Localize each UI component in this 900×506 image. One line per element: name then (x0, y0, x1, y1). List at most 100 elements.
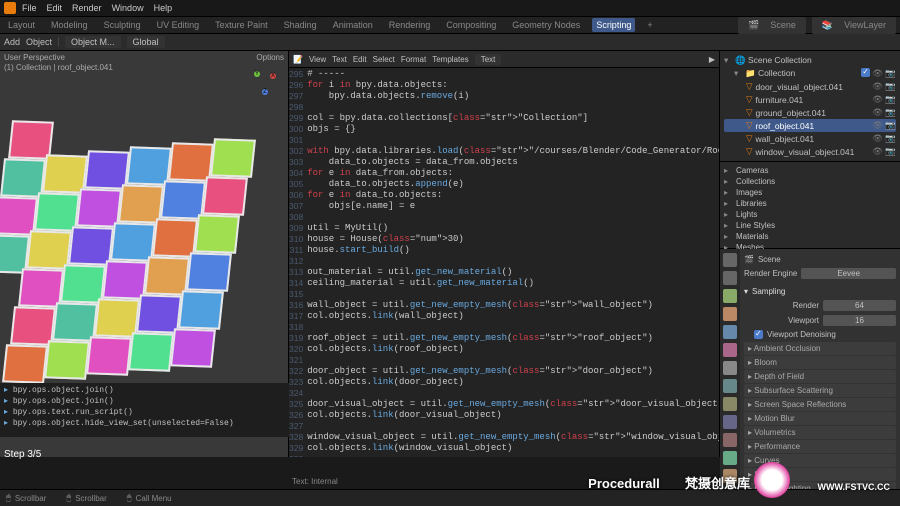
viewport-samples-field[interactable]: 16 (823, 315, 896, 326)
viewport-overlay-text: User Perspective (1) Collection | roof_o… (4, 53, 113, 74)
editor-type-icon[interactable]: 📝 (293, 55, 303, 64)
main-menu: File Edit Render Window Help (22, 3, 172, 13)
mode-select[interactable]: Object M... (65, 36, 121, 48)
line-numbers: 2952962972982993003013023033043053063073… (289, 51, 307, 457)
watermark-logo-icon (754, 462, 790, 498)
add-workspace-button[interactable]: + (643, 18, 656, 32)
run-script-button[interactable]: ▶ (709, 55, 715, 64)
panel-bloom[interactable]: ▸ Bloom (744, 356, 896, 369)
workspace-tab-uv-editing[interactable]: UV Editing (153, 18, 204, 32)
blender-logo-icon (4, 2, 16, 14)
text-editor[interactable]: 📝 View Text Edit Select Format Templates… (289, 51, 719, 457)
scene-field[interactable]: 🎬Scene (738, 17, 806, 34)
workspace-tab-modeling[interactable]: Modeling (47, 18, 92, 32)
blend-file-data[interactable]: ▸Cameras▸Collections▸Images▸Libraries▸Li… (720, 162, 900, 249)
code-area[interactable]: # ----- for i in bpy.data.objects: bpy.d… (307, 51, 719, 457)
props-tab-4[interactable] (723, 325, 737, 339)
data-libraries[interactable]: ▸Libraries (724, 198, 896, 209)
3d-scene (0, 121, 288, 401)
scene-icon: 🎬 (744, 255, 754, 264)
outliner-collection[interactable]: ▾📁 Collection 👁 📷 (724, 67, 896, 80)
render-samples-field[interactable]: 64 (823, 300, 896, 311)
panel-ambient-occlusion[interactable]: ▸ Ambient Occlusion (744, 342, 896, 355)
props-tab-3[interactable] (723, 307, 737, 321)
outliner[interactable]: ▾🌐 Scene Collection▾📁 Collection 👁 📷▽ do… (720, 51, 900, 162)
denoise-checkbox[interactable] (754, 330, 763, 339)
menu-edit[interactable]: Edit (47, 3, 63, 13)
data-line styles[interactable]: ▸Line Styles (724, 220, 896, 231)
templates-menu[interactable]: Templates (432, 55, 468, 64)
props-tab-11[interactable] (723, 451, 737, 465)
viewlayer-field[interactable]: 📚ViewLayer (812, 17, 896, 34)
edit-menu[interactable]: Edit (353, 55, 367, 64)
panel-depth-of-field[interactable]: ▸ Depth of Field (744, 370, 896, 383)
add-menu[interactable]: Add (4, 37, 20, 47)
call-menu-hint: 🖱 Call Menu (127, 493, 172, 503)
outliner-item[interactable]: ▽ ground_object.041👁 📷 (724, 106, 896, 119)
data-cameras[interactable]: ▸Cameras (724, 165, 896, 176)
workspace-tab-sculpting[interactable]: Sculpting (100, 18, 145, 32)
nav-gizmo-icon[interactable]: X Y Z (250, 71, 278, 99)
workspace-tab-scripting[interactable]: Scripting (592, 18, 635, 32)
panel-volumetrics[interactable]: ▸ Volumetrics (744, 426, 896, 439)
outliner-item[interactable]: ▽ door_visual_object.041👁 📷 (724, 80, 896, 93)
panel-motion-blur[interactable]: ▸ Motion Blur (744, 412, 896, 425)
engine-label: Render Engine (744, 269, 797, 278)
menu-render[interactable]: Render (72, 3, 102, 13)
render-engine-select[interactable]: Eevee (801, 268, 896, 279)
workspace-tabs: Layout Modeling Sculpting UV Editing Texture… (0, 17, 900, 34)
menu-window[interactable]: Window (112, 3, 144, 13)
workspace-tab-texture-paint[interactable]: Texture Paint (211, 18, 272, 32)
orientation-select[interactable]: Global (127, 36, 165, 48)
step-indicator: Step 3/5 (4, 449, 41, 460)
outliner-item[interactable]: ▽ roof_object.041👁 📷 (724, 119, 896, 132)
panel-subsurface-scattering[interactable]: ▸ Subsurface Scattering (744, 384, 896, 397)
props-tab-2[interactable] (723, 289, 737, 303)
text-menu[interactable]: Text (332, 55, 347, 64)
scrollbar-hint: 🖱 Scrollbar (6, 493, 46, 503)
workspace-tab-layout[interactable]: Layout (4, 18, 39, 32)
outliner-root[interactable]: ▾🌐 Scene Collection (724, 54, 896, 67)
view-menu[interactable]: View (309, 55, 326, 64)
props-tab-9[interactable] (723, 415, 737, 429)
workspace-tab-geometry-nodes[interactable]: Geometry Nodes (508, 18, 584, 32)
right-panels: ▾🌐 Scene Collection▾📁 Collection 👁 📷▽ do… (719, 51, 900, 457)
workspace-tab-shading[interactable]: Shading (280, 18, 321, 32)
props-tab-6[interactable] (723, 361, 737, 375)
data-materials[interactable]: ▸Materials (724, 231, 896, 242)
select-menu[interactable]: Select (373, 55, 395, 64)
menu-help[interactable]: Help (154, 3, 173, 13)
text-editor-header: 📝 View Text Edit Select Format Templates… (289, 51, 719, 68)
props-tab-7[interactable] (723, 379, 737, 393)
outliner-item[interactable]: ▽ furniture.041👁 📷 (724, 93, 896, 106)
scene-icon: 🎬 (744, 18, 763, 33)
options-menu[interactable]: Options (256, 53, 284, 62)
text-datablock[interactable]: Text (475, 54, 502, 65)
watermark-text: Procedurall 梵摄创意库 (588, 473, 750, 492)
props-tab-0[interactable] (723, 253, 737, 267)
panel-screen-space-reflections[interactable]: ▸ Screen Space Reflections (744, 398, 896, 411)
data-images[interactable]: ▸Images (724, 187, 896, 198)
props-tab-1[interactable] (723, 271, 737, 285)
props-tab-5[interactable] (723, 343, 737, 357)
properties-tabs[interactable] (720, 249, 740, 506)
viewport-toolbar: Add Object Object M... Global (0, 34, 900, 51)
format-menu[interactable]: Format (401, 55, 426, 64)
scrollbar-hint-2: 🖱 Scrollbar (66, 493, 106, 503)
workspace-tab-animation[interactable]: Animation (329, 18, 377, 32)
props-tab-8[interactable] (723, 397, 737, 411)
object-menu[interactable]: Object (26, 37, 52, 47)
props-tab-10[interactable] (723, 433, 737, 447)
data-lights[interactable]: ▸Lights (724, 209, 896, 220)
menu-file[interactable]: File (22, 3, 37, 13)
workspace-tab-compositing[interactable]: Compositing (442, 18, 500, 32)
data-collections[interactable]: ▸Collections (724, 176, 896, 187)
info-log: ▸ bpy.ops.object.join()▸ bpy.ops.object.… (0, 383, 296, 437)
properties-editor: 🎬Scene Render EngineEevee ▾ Sampling Ren… (720, 249, 900, 506)
outliner-item[interactable]: ▽ window_visual_object.041👁 📷 (724, 145, 896, 158)
panel-performance[interactable]: ▸ Performance (744, 440, 896, 453)
workspace-tab-rendering[interactable]: Rendering (385, 18, 435, 32)
menu-bar: File Edit Render Window Help (0, 0, 900, 17)
3d-viewport[interactable]: User Perspective (1) Collection | roof_o… (0, 51, 289, 457)
outliner-item[interactable]: ▽ wall_object.041👁 📷 (724, 132, 896, 145)
